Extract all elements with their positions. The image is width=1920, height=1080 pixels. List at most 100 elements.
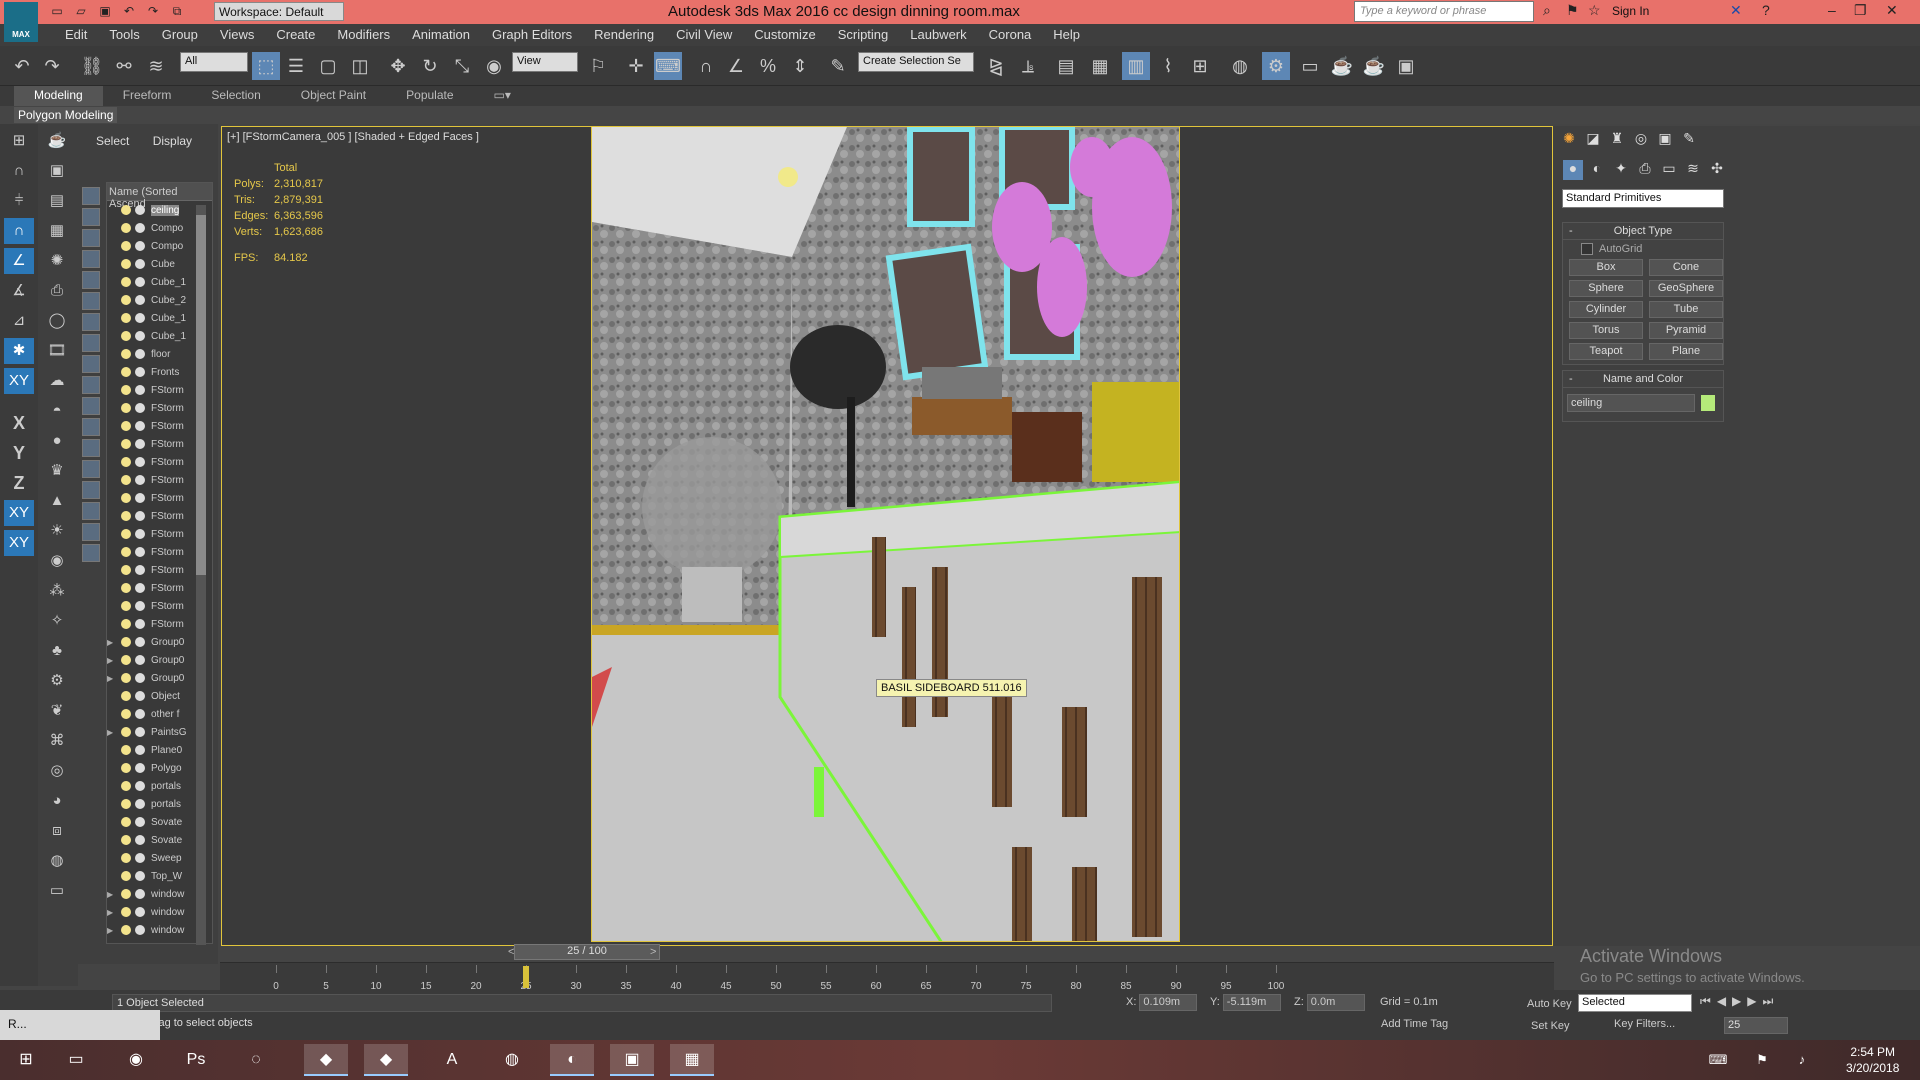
stack-icon[interactable]: ▤ xyxy=(42,188,72,214)
help-icon[interactable]: ? xyxy=(1762,2,1770,18)
object-type-header[interactable]: Object Type xyxy=(1563,223,1723,240)
expand-toggle-icon[interactable]: ▶ xyxy=(107,656,117,665)
z-field[interactable]: 0.0m xyxy=(1306,994,1365,1011)
visibility-bulb-icon[interactable] xyxy=(121,313,131,323)
filter-shapes-icon[interactable] xyxy=(82,208,100,226)
motion-tab-icon[interactable]: ◎ xyxy=(1631,130,1651,150)
plane-button[interactable]: Plane xyxy=(1649,343,1723,360)
redo-icon[interactable]: ↷ xyxy=(38,52,66,80)
visibility-bulb-icon[interactable] xyxy=(121,925,131,935)
teapot-icon[interactable]: ☕ xyxy=(42,128,72,154)
film-icon[interactable]: 🎞 xyxy=(42,338,72,364)
utilities-tab-icon[interactable]: ✎ xyxy=(1679,130,1699,150)
menu-tools[interactable]: Tools xyxy=(98,24,150,46)
menu-graph-editors[interactable]: Graph Editors xyxy=(481,24,583,46)
acrobat-icon[interactable]: A xyxy=(430,1044,474,1076)
visibility-bulb-icon[interactable] xyxy=(121,799,131,809)
filter-frozen-icon[interactable] xyxy=(82,397,100,415)
helpers-icon[interactable]: ▭ xyxy=(1659,160,1679,180)
tab-selection[interactable]: Selection xyxy=(191,86,280,106)
viewport-label[interactable]: [+] [FStormCamera_005 ] [Shaded + Edged … xyxy=(227,131,479,143)
window-crossing-icon[interactable]: ◫ xyxy=(346,52,374,80)
scale-icon[interactable]: ⤡ xyxy=(448,52,476,80)
menu-edit[interactable]: Edit xyxy=(54,24,98,46)
primitive-category-dropdown[interactable]: Standard Primitives xyxy=(1562,189,1724,208)
menu-create[interactable]: Create xyxy=(265,24,326,46)
play-icon[interactable]: ▶ xyxy=(1732,994,1741,1009)
filter-hidden-icon[interactable] xyxy=(82,418,100,436)
visibility-bulb-icon[interactable] xyxy=(121,295,131,305)
filter-bones-icon[interactable] xyxy=(82,355,100,373)
keyboard-tray-icon[interactable]: ⌨ xyxy=(1696,1044,1740,1076)
visibility-bulb-icon[interactable] xyxy=(121,907,131,917)
shell-icon[interactable]: ◎ xyxy=(42,758,72,784)
visibility-bulb-icon[interactable] xyxy=(121,241,131,251)
exchange-icon[interactable]: ✕ xyxy=(1730,2,1742,19)
calculator-icon[interactable]: ▦ xyxy=(42,218,72,244)
shapes-icon[interactable]: ◐ xyxy=(1587,160,1607,180)
crown-icon[interactable]: ♛ xyxy=(42,458,72,484)
edit-named-selection-icon[interactable]: ✎ xyxy=(824,52,852,80)
filter-spacewarps-icon[interactable] xyxy=(82,292,100,310)
hair-icon[interactable]: ⌘ xyxy=(42,728,72,754)
geometry-icon[interactable]: ● xyxy=(1563,160,1583,180)
go-to-start-icon[interactable]: ⏮ xyxy=(1700,994,1711,1009)
selection-filter-dropdown[interactable]: All xyxy=(180,52,248,72)
notes-icon[interactable]: ▭ xyxy=(42,878,72,904)
visibility-bulb-icon[interactable] xyxy=(121,691,131,701)
filter-none-icon[interactable] xyxy=(82,460,100,478)
curve-editor-icon[interactable]: ⌇ xyxy=(1154,52,1182,80)
visibility-bulb-icon[interactable] xyxy=(121,709,131,719)
axis-x-icon[interactable]: X xyxy=(4,410,34,436)
schematic-view-icon[interactable]: ⊞ xyxy=(1186,52,1214,80)
time-slider[interactable]: 25 / 100 xyxy=(514,944,660,960)
manipulate-icon[interactable]: ✛ xyxy=(622,52,650,80)
bookmark-icon[interactable]: ⚑ xyxy=(1566,2,1579,19)
scene-list-scrollbar[interactable] xyxy=(196,205,206,945)
paint-icon[interactable]: ◐ xyxy=(550,1044,594,1076)
menu-views[interactable]: Views xyxy=(209,24,265,46)
visibility-bulb-icon[interactable] xyxy=(121,511,131,521)
percent-snap-toggle-icon[interactable]: ∡ xyxy=(4,278,34,304)
rendered-frame-window-icon[interactable]: ▭ xyxy=(1296,52,1324,80)
volume-tray-icon[interactable]: ♪ xyxy=(1780,1044,1824,1076)
bind-spacewarp-icon[interactable]: ≋ xyxy=(142,52,170,80)
visibility-bulb-icon[interactable] xyxy=(121,871,131,881)
axis-z-icon[interactable]: Z xyxy=(4,470,34,496)
menu-laubwerk[interactable]: Laubwerk xyxy=(899,24,977,46)
grid-snap-icon[interactable]: ⊞ xyxy=(4,128,34,154)
tab-modeling[interactable]: Modeling xyxy=(14,86,103,106)
expand-toggle-icon[interactable]: ▶ xyxy=(107,674,117,683)
visibility-bulb-icon[interactable] xyxy=(121,673,131,683)
spinner-snap-toggle-icon[interactable]: ⊿ xyxy=(4,308,34,334)
file-explorer-icon[interactable]: ▭ xyxy=(54,1044,98,1076)
undo-icon[interactable]: ↶ xyxy=(120,3,138,20)
project-icon[interactable]: ⧉ xyxy=(168,3,186,20)
mirror-icon[interactable]: ⧎ xyxy=(982,52,1010,80)
3dsmax-b-icon[interactable]: ◆ xyxy=(364,1044,408,1076)
next-frame-arrow[interactable]: > xyxy=(650,946,656,958)
save-icon[interactable]: ▣ xyxy=(96,3,114,20)
visibility-bulb-icon[interactable] xyxy=(121,853,131,863)
place-icon[interactable]: ◉ xyxy=(480,52,508,80)
visibility-bulb-icon[interactable] xyxy=(121,655,131,665)
visibility-bulb-icon[interactable] xyxy=(121,619,131,629)
next-frame-icon[interactable]: ▶ xyxy=(1747,994,1756,1009)
spray-icon[interactable]: ✧ xyxy=(42,608,72,634)
axis-xy-alt-icon[interactable]: XY xyxy=(4,530,34,556)
named-selection-dropdown[interactable]: Create Selection Se xyxy=(858,52,974,72)
hierarchy-tab-icon[interactable]: ♜ xyxy=(1607,130,1627,150)
sun-icon[interactable]: ☀ xyxy=(42,518,72,544)
cameras-icon[interactable]: ⎙ xyxy=(1635,160,1655,180)
y-field[interactable]: -5.119m xyxy=(1222,994,1281,1011)
cylinder-button[interactable]: Cylinder xyxy=(1569,301,1643,318)
visibility-bulb-icon[interactable] xyxy=(121,367,131,377)
cone-icon[interactable]: ▲ xyxy=(42,488,72,514)
visibility-bulb-icon[interactable] xyxy=(121,457,131,467)
spinner-snap-icon[interactable]: ⇕ xyxy=(786,52,814,80)
filter-options-icon[interactable] xyxy=(82,544,100,562)
gear-icon[interactable]: ⚙ xyxy=(42,668,72,694)
firefox-icon[interactable]: ◍ xyxy=(490,1044,534,1076)
x-field[interactable]: 0.109m xyxy=(1139,994,1198,1011)
minimize-icon[interactable]: – xyxy=(1828,2,1836,18)
